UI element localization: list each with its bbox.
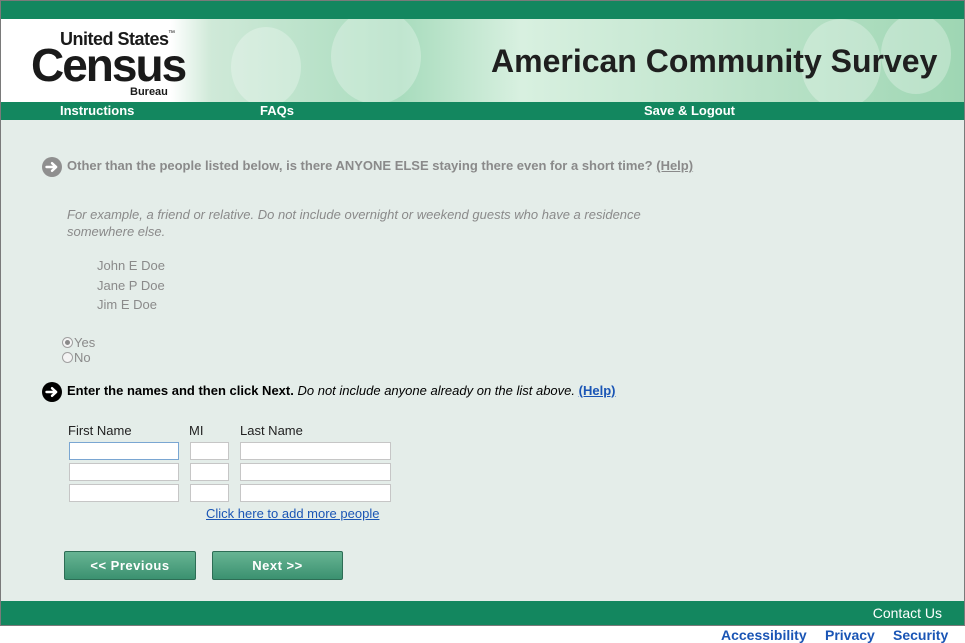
arrow-right-circle-icon xyxy=(42,157,62,177)
radio-no-label: No xyxy=(74,350,91,365)
last-name-header: Last Name xyxy=(240,423,303,438)
first-name-input[interactable] xyxy=(69,484,179,502)
first-name-input[interactable] xyxy=(69,463,179,481)
mi-input[interactable] xyxy=(190,463,229,481)
header-banner: United States ™ Census Bureau American C… xyxy=(1,19,964,102)
page-frame: United States ™ Census Bureau American C… xyxy=(0,0,965,626)
next-button[interactable]: Next >> xyxy=(212,551,343,580)
census-logo[interactable]: United States ™ Census Bureau xyxy=(29,29,187,99)
first-name-header: First Name xyxy=(68,423,132,438)
first-name-input[interactable] xyxy=(69,442,179,460)
mi-header: MI xyxy=(189,423,204,438)
question2-text: Enter the names and then click Next. Do … xyxy=(67,382,747,399)
last-name-input[interactable] xyxy=(240,484,391,502)
last-name-input[interactable] xyxy=(240,442,391,460)
last-name-input[interactable] xyxy=(240,463,391,481)
nav-bar: Instructions FAQs Save & Logout xyxy=(1,102,964,120)
radio-no-button[interactable] xyxy=(62,352,73,363)
question2-note: Do not include anyone already on the lis… xyxy=(297,383,576,398)
question2-prompt: Enter the names and then click Next. xyxy=(67,383,294,398)
privacy-link[interactable]: Privacy xyxy=(825,627,875,643)
logo-trademark: ™ xyxy=(168,30,175,37)
accessibility-link[interactable]: Accessibility xyxy=(721,627,807,643)
top-bar xyxy=(1,1,964,19)
banner-photo-shape xyxy=(331,19,421,102)
logo-bureau: Bureau xyxy=(130,86,168,98)
mi-input[interactable] xyxy=(190,442,229,460)
previous-button[interactable]: << Previous xyxy=(64,551,196,580)
nav-instructions-link[interactable]: Instructions xyxy=(60,103,134,118)
survey-title: American Community Survey xyxy=(491,43,938,79)
radio-yes[interactable]: Yes xyxy=(62,335,95,350)
question1-text: Other than the people listed below, is t… xyxy=(67,157,707,174)
footer-bar: Contact Us xyxy=(1,601,964,625)
radio-yes-label: Yes xyxy=(74,335,96,350)
banner-photo-shape xyxy=(231,27,301,102)
nav-save-logout-link[interactable]: Save & Logout xyxy=(644,103,735,118)
nav-faqs-link[interactable]: FAQs xyxy=(260,103,294,118)
question1-help-link[interactable]: (Help) xyxy=(656,158,693,173)
household-list: John E Doe Jane P Doe Jim E Doe xyxy=(97,256,165,315)
radio-no[interactable]: No xyxy=(62,350,91,365)
logo-census: Census xyxy=(31,39,187,91)
arrow-right-circle-icon xyxy=(42,382,62,402)
question1-example: For example, a friend or relative. Do no… xyxy=(67,207,641,239)
household-member: John E Doe xyxy=(97,258,165,273)
radio-yes-button[interactable] xyxy=(62,337,73,348)
question2-help-link[interactable]: (Help) xyxy=(579,383,616,398)
household-member: Jane P Doe xyxy=(97,277,165,293)
contact-us-link[interactable]: Contact Us xyxy=(873,605,942,621)
security-link[interactable]: Security xyxy=(893,627,948,643)
household-member: Jim E Doe xyxy=(97,297,157,312)
add-more-people-link[interactable]: Click here to add more people xyxy=(206,506,379,521)
main-content: Other than the people listed below, is t… xyxy=(1,120,964,601)
question1-prompt: Other than the people listed below, is t… xyxy=(67,158,653,173)
mi-input[interactable] xyxy=(190,484,229,502)
